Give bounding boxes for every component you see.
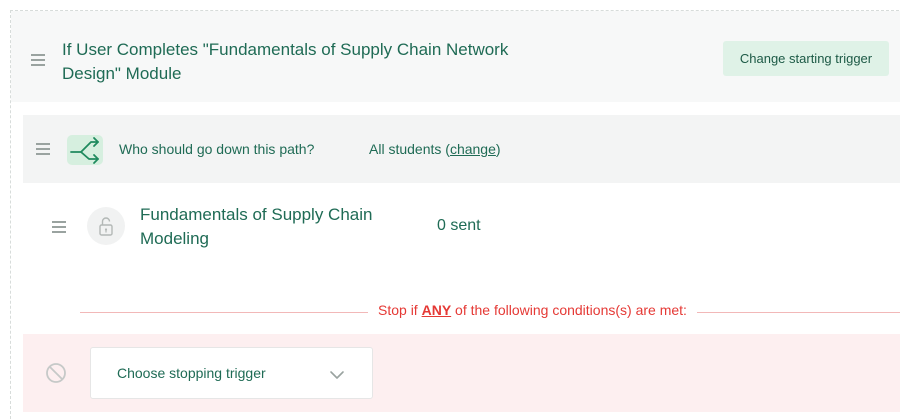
drag-handle-icon[interactable] <box>36 143 50 155</box>
drag-handle-icon[interactable] <box>52 221 66 233</box>
stop-prefix: Stop if <box>378 302 422 318</box>
stop-trigger-row: Choose stopping trigger <box>23 334 900 412</box>
chevron-down-icon <box>329 367 345 385</box>
starting-trigger-title: If User Completes "Fundamentals of Suppl… <box>62 40 509 83</box>
split-path-icon <box>67 135 103 165</box>
stop-keyword: ANY <box>421 302 452 318</box>
starting-trigger-row: If User Completes "Fundamentals of Suppl… <box>11 11 900 102</box>
ban-icon <box>45 362 67 384</box>
module-sent-count: 0 sent <box>437 217 481 234</box>
path-question-label: Who should go down this path? <box>119 141 315 157</box>
path-audience-row: Who should go down this path? All studen… <box>23 115 900 183</box>
change-starting-trigger-button[interactable]: Change starting trigger <box>723 41 889 76</box>
stopping-trigger-select-label: Choose stopping trigger <box>117 365 266 381</box>
module-row[interactable]: Fundamentals of Supply Chain Modeling 0 … <box>23 195 900 265</box>
stopping-trigger-select[interactable]: Choose stopping trigger <box>90 347 373 399</box>
stop-suffix: of the following conditions(s) are met: <box>451 302 687 318</box>
change-audience-link[interactable]: change <box>450 141 496 157</box>
lock-icon <box>87 207 125 245</box>
path-audience-value: All students (change) <box>369 141 501 157</box>
stop-conditions-heading: Stop if ANY of the following conditions(… <box>368 302 697 318</box>
module-title[interactable]: Fundamentals of Supply Chain Modeling <box>140 203 400 251</box>
drag-handle-icon[interactable] <box>31 54 45 66</box>
audience-label: All students <box>369 141 442 157</box>
